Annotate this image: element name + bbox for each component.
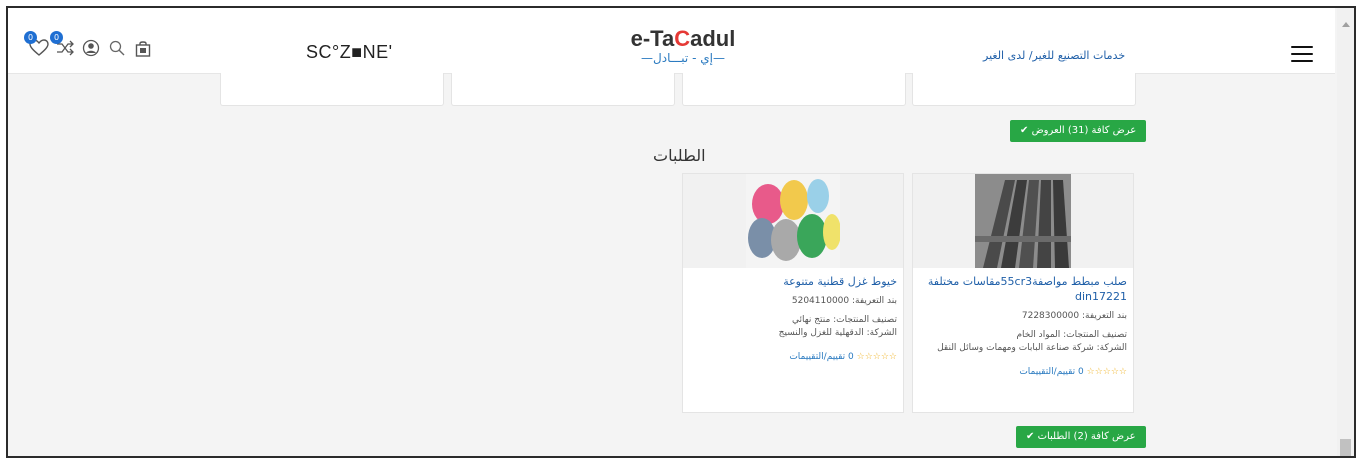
tariff-code: بند التعريفة: 7228300000 bbox=[1021, 311, 1127, 321]
product-category: تصنيف المنتجات: المواد الخام bbox=[1016, 330, 1127, 340]
offer-card-bottom bbox=[451, 73, 675, 106]
vertical-scrollbar[interactable] bbox=[1337, 8, 1354, 456]
yarn-spools-image[interactable] bbox=[683, 174, 903, 268]
compare-badge: 0 bbox=[50, 31, 63, 44]
company-name: الشركة: الدقهلية للغزل والنسيج bbox=[778, 328, 897, 338]
request-title-link[interactable]: خيوط غزل قطنية متنوعة bbox=[683, 268, 903, 289]
company-name: الشركة: شركة صناعة البابات ومهمات وسائل … bbox=[937, 343, 1127, 353]
wishlist-heart-icon[interactable]: 0 bbox=[24, 31, 50, 59]
wishlist-badge: 0 bbox=[24, 31, 37, 44]
view-all-requests-button[interactable]: ✔ عرض كافة (2) الطلبات bbox=[1016, 426, 1146, 448]
request-card[interactable]: صلب مبطط مواصفة55cr3مقاسات مختلفة din172… bbox=[912, 173, 1134, 413]
hamburger-menu-icon[interactable] bbox=[1291, 46, 1313, 67]
search-icon[interactable] bbox=[106, 37, 128, 59]
logo-text-part1: e-Ta bbox=[630, 26, 675, 51]
rating-row[interactable]: ☆☆☆☆☆ 0 تقييم/التقييمات bbox=[913, 367, 1133, 377]
scrollbar-thumb[interactable] bbox=[1340, 439, 1351, 456]
offer-card-bottom bbox=[220, 73, 444, 106]
scroll-up-arrow-icon[interactable] bbox=[1342, 22, 1350, 27]
manufacturing-services-link[interactable]: خدمات التصنيع للغير/ لدى الغير bbox=[983, 49, 1125, 62]
request-title-link[interactable]: صلب مبطط مواصفة55cr3مقاسات مختلفة din172… bbox=[913, 268, 1133, 304]
product-category: تصنيف المنتجات: منتج نهائي bbox=[791, 315, 897, 325]
view-all-offers-button[interactable]: ✔ عرض كافة (31) العروض bbox=[1010, 120, 1147, 142]
requests-section-title: الطلبات bbox=[653, 146, 706, 165]
logo-text-part2: adul bbox=[690, 26, 736, 51]
rating-stars-icon: ☆☆☆☆☆ bbox=[856, 352, 897, 362]
user-account-icon[interactable] bbox=[80, 37, 102, 59]
shopping-bag-icon[interactable] bbox=[132, 37, 154, 59]
header-icon-group: 0 0 bbox=[24, 31, 154, 60]
logo-arabic-tagline: —إي - تبـــادل— bbox=[641, 51, 725, 65]
browser-viewport: 0 0 SC°Z■NE' e-TaCadul —إي - تبـــادل— خ… bbox=[6, 6, 1356, 458]
logo-text-accent: C bbox=[674, 26, 691, 51]
e-tabadul-logo[interactable]: e-TaCadul —إي - تبـــادل— bbox=[608, 28, 758, 66]
rating-count: 0 تقييم/التقييمات bbox=[789, 352, 854, 362]
rating-row[interactable]: ☆☆☆☆☆ 0 تقييم/التقييمات bbox=[683, 352, 903, 362]
site-header: 0 0 SC°Z■NE' e-TaCadul —إي - تبـــادل— خ… bbox=[8, 8, 1335, 74]
request-card[interactable]: خيوط غزل قطنية متنوعة بند التعريفة: 5204… bbox=[682, 173, 904, 413]
offer-card-bottom bbox=[682, 73, 906, 106]
sczone-brand-logo[interactable]: SC°Z■NE' bbox=[306, 42, 393, 63]
steel-bars-image[interactable] bbox=[913, 174, 1133, 268]
tariff-code: بند التعريفة: 5204110000 bbox=[791, 296, 897, 306]
rating-count: 0 تقييم/التقييمات bbox=[1019, 367, 1084, 377]
compare-shuffle-icon[interactable]: 0 bbox=[50, 31, 76, 59]
offer-card-bottom bbox=[912, 73, 1136, 106]
rating-stars-icon: ☆☆☆☆☆ bbox=[1086, 367, 1127, 377]
